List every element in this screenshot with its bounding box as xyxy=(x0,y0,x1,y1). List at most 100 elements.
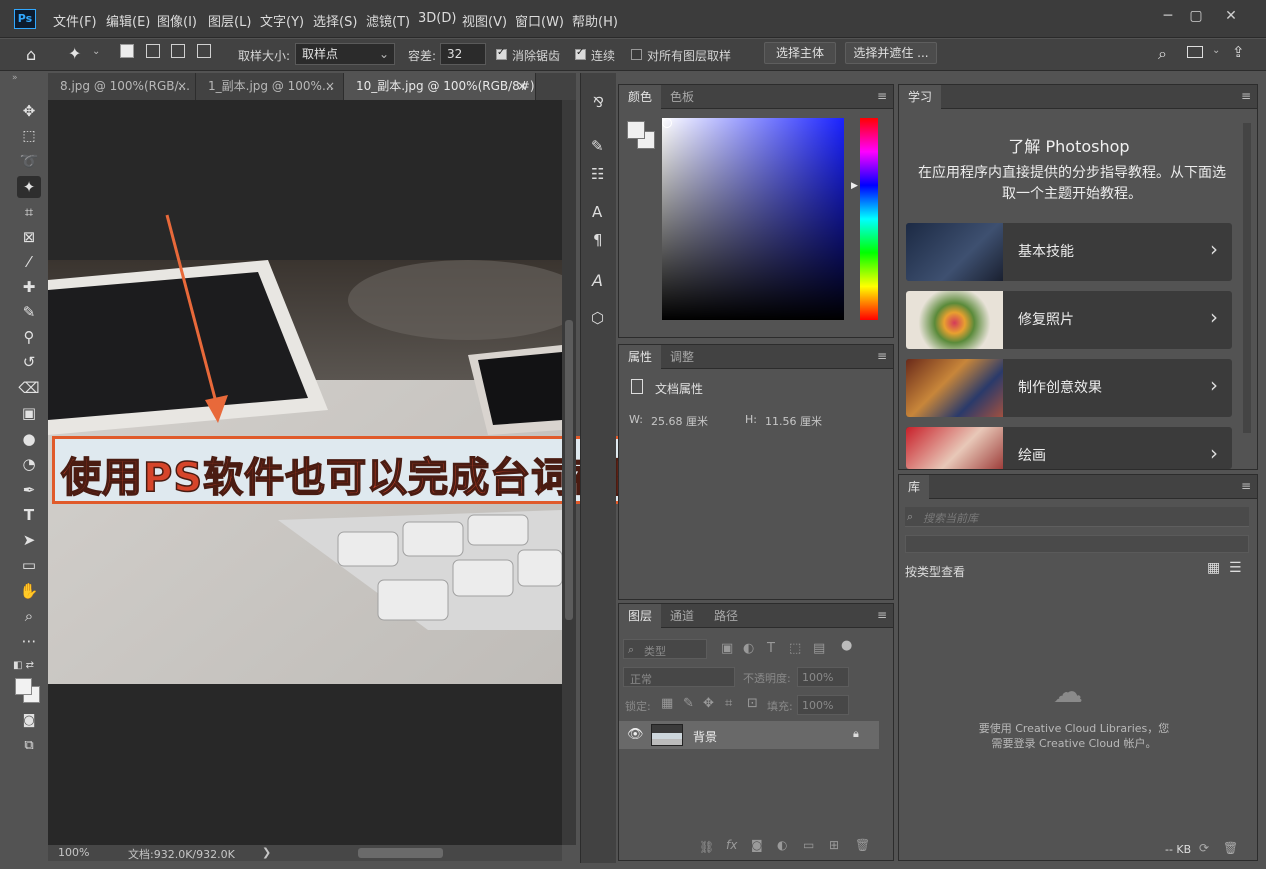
close-tab-icon[interactable]: × xyxy=(517,73,527,100)
menu-3d[interactable]: 3D(D) xyxy=(418,11,456,26)
menu-view[interactable]: 视图(V) xyxy=(462,11,507,30)
lasso-tool-icon[interactable]: ➰ xyxy=(17,150,41,172)
chevron-down-icon[interactable]: ⌄ xyxy=(1212,45,1220,56)
home-icon[interactable]: ⌂ xyxy=(26,45,36,64)
add-mask-icon[interactable]: ◙ xyxy=(751,838,763,852)
horizontal-scrollbar-thumb[interactable] xyxy=(358,848,443,858)
tab-swatches[interactable]: 色板 xyxy=(661,85,703,109)
tab-adjustments[interactable]: 调整 xyxy=(661,345,703,369)
search-icon[interactable]: ⌕ xyxy=(1158,44,1167,64)
magic-wand-icon[interactable]: ✦ xyxy=(68,44,81,63)
filter-type-icon[interactable]: T xyxy=(767,641,775,656)
all-layers-checkbox[interactable] xyxy=(631,49,642,60)
hue-slider[interactable] xyxy=(860,118,878,320)
pen-tool-icon[interactable]: ✒ xyxy=(17,479,41,501)
eraser-tool-icon[interactable]: ⌫ xyxy=(17,377,41,399)
fill-input[interactable]: 100% xyxy=(797,695,849,715)
adjustments-icon[interactable]: ☷ xyxy=(591,165,604,183)
learn-scrollbar[interactable] xyxy=(1243,123,1251,433)
close-tab-icon[interactable]: × xyxy=(177,73,187,100)
hand-tool-icon[interactable]: ✋ xyxy=(17,580,41,602)
library-select[interactable] xyxy=(905,535,1249,553)
tab-learn[interactable]: 学习 xyxy=(899,85,942,109)
delete-layer-icon[interactable]: 🗑︎ xyxy=(855,838,870,852)
learn-card-basic-skills[interactable]: 基本技能 › xyxy=(906,223,1232,281)
select-subject-button[interactable]: 选择主体 xyxy=(764,42,836,64)
quick-mask-icon[interactable]: ◙ xyxy=(17,710,41,732)
grid-view-icon[interactable]: ▦ xyxy=(1207,560,1220,576)
hue-slider-marker-icon[interactable]: ▶ xyxy=(851,181,858,191)
crop-tool-icon[interactable]: ⌗ xyxy=(17,201,41,223)
dodge-tool-icon[interactable]: ◔ xyxy=(17,453,41,475)
select-and-mask-button[interactable]: 选择并遮住 ... xyxy=(845,42,937,64)
filter-shape-icon[interactable]: ⬚ xyxy=(789,641,801,656)
menu-layer[interactable]: 图层(L) xyxy=(208,11,251,30)
sync-icon[interactable]: ⟳ xyxy=(1199,841,1209,855)
chevron-down-icon[interactable]: ⌄ xyxy=(92,46,100,57)
lock-artboard-icon[interactable]: ⌗ xyxy=(725,696,732,711)
sample-size-select[interactable]: 取样点 ⌄ xyxy=(295,43,395,65)
tab-channels[interactable]: 通道 xyxy=(661,604,703,628)
document-tab[interactable]: 8.jpg @ 100%(RGB/... × xyxy=(48,73,196,100)
width-value[interactable]: 25.68 厘米 xyxy=(651,413,708,429)
opacity-input[interactable]: 100% xyxy=(797,667,849,687)
layer-filter-select[interactable]: ⌕ 类型 xyxy=(623,639,707,659)
share-icon[interactable]: ⇪ xyxy=(1232,43,1245,61)
link-layers-icon[interactable]: ⛓ xyxy=(699,840,714,854)
menu-help[interactable]: 帮助(H) xyxy=(572,11,618,30)
library-search-input[interactable]: ⌕ 搜索当前库 xyxy=(905,507,1249,527)
maximize-icon[interactable]: ▢ xyxy=(1181,6,1211,26)
workspace-icon[interactable] xyxy=(1187,46,1203,58)
screen-mode-icon[interactable]: ⧉ xyxy=(17,735,41,757)
panel-menu-icon[interactable]: ≡ xyxy=(1241,479,1251,493)
menu-window[interactable]: 窗口(W) xyxy=(515,11,564,30)
color-picker-cursor[interactable] xyxy=(662,118,672,128)
lock-image-icon[interactable]: ✎ xyxy=(683,696,694,711)
gradient-tool-icon[interactable]: ▣ xyxy=(17,402,41,424)
rectangle-tool-icon[interactable]: ▭ xyxy=(17,554,41,576)
menu-file[interactable]: 文件(F) xyxy=(53,11,97,30)
blend-mode-select[interactable]: 正常 xyxy=(623,667,735,687)
marquee-tool-icon[interactable]: ⬚ xyxy=(17,125,41,147)
layer-name[interactable]: 背景 xyxy=(693,728,717,745)
move-tool-icon[interactable]: ✥ xyxy=(17,100,41,122)
minimize-icon[interactable]: ─ xyxy=(1153,6,1183,26)
filter-toggle-icon[interactable]: ● xyxy=(841,638,852,653)
magic-wand-tool-icon[interactable]: ✦ xyxy=(17,176,41,198)
status-arrow-icon[interactable]: ❯ xyxy=(262,846,271,859)
lock-position-icon[interactable]: ✥ xyxy=(703,696,714,711)
filter-adjustment-icon[interactable]: ◐ xyxy=(743,641,754,656)
scrollbar-thumb[interactable] xyxy=(565,320,573,620)
character-panel-icon[interactable]: A xyxy=(592,203,602,221)
document-tab[interactable]: 1_副本.jpg @ 100%... × xyxy=(196,73,344,100)
3d-panel-icon[interactable]: ⬡ xyxy=(591,309,604,327)
learn-card-creative-effects[interactable]: 制作创意效果 › xyxy=(906,359,1232,417)
brush-settings-icon[interactable]: ✎ xyxy=(591,137,604,155)
history-panel-icon[interactable]: ⅋ xyxy=(593,95,604,111)
clone-stamp-icon[interactable]: ⚲ xyxy=(17,326,41,348)
more-tools-icon[interactable]: ⋯ xyxy=(17,630,41,652)
glyphs-panel-icon[interactable]: A xyxy=(592,271,603,290)
layer-row[interactable]: 👁 背景 🔒︎ xyxy=(619,721,879,749)
tab-libraries[interactable]: 库 xyxy=(899,475,930,499)
menu-type[interactable]: 文字(Y) xyxy=(260,11,304,30)
color-field[interactable] xyxy=(662,118,844,320)
tab-properties[interactable]: 属性 xyxy=(619,345,662,369)
lock-pixels-icon[interactable]: ▦ xyxy=(661,696,673,711)
subtract-selection-icon[interactable] xyxy=(171,44,185,58)
panel-menu-icon[interactable]: ≡ xyxy=(877,349,887,363)
contiguous-checkbox[interactable] xyxy=(575,47,586,60)
collapse-toolbar-icon[interactable]: » xyxy=(12,73,18,83)
filter-smart-icon[interactable]: ▤ xyxy=(813,641,825,656)
layer-style-icon[interactable]: fx xyxy=(726,838,737,852)
new-selection-icon[interactable] xyxy=(120,44,134,58)
type-tool-icon[interactable]: T xyxy=(17,504,41,526)
new-group-icon[interactable]: ▭ xyxy=(803,838,814,852)
eyedropper-tool-icon[interactable]: ⁄ xyxy=(17,251,41,273)
lock-all-icon[interactable]: ⊡ xyxy=(747,696,758,711)
menu-edit[interactable]: 编辑(E) xyxy=(106,11,150,30)
tab-layers[interactable]: 图层 xyxy=(619,604,662,628)
history-brush-icon[interactable]: ↺ xyxy=(17,351,41,373)
path-selection-icon[interactable]: ➤ xyxy=(17,529,41,551)
tolerance-input[interactable]: 32 xyxy=(440,43,486,65)
